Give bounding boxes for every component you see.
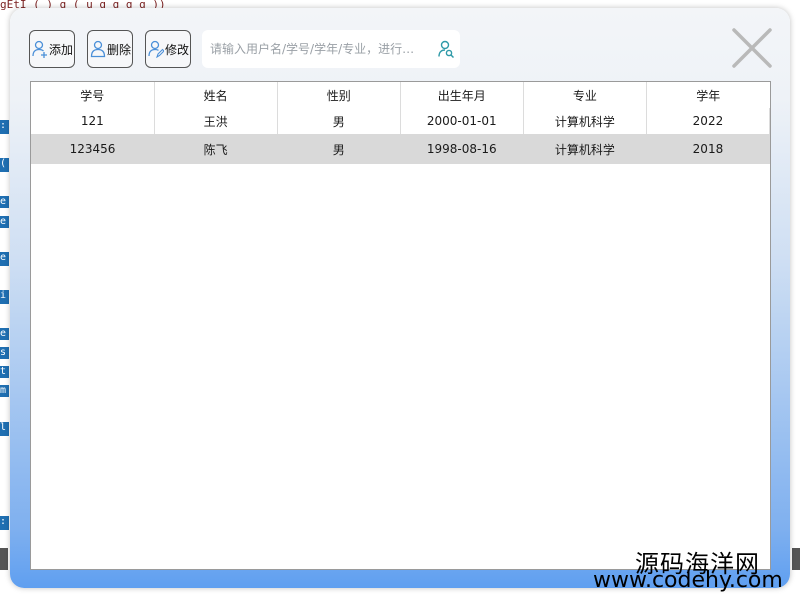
- gutter-marker: e: [0, 252, 9, 266]
- search-input[interactable]: [208, 33, 434, 65]
- background-statusbar: [792, 548, 800, 570]
- search-box: [202, 30, 460, 68]
- delete-button[interactable]: 删除: [87, 30, 133, 68]
- gutter-marker: :: [0, 120, 9, 134]
- cell-birth-date: 2000-01-01: [400, 108, 524, 134]
- gutter-marker: :: [0, 516, 9, 530]
- gutter-marker: i: [0, 290, 9, 304]
- gutter-marker: t: [0, 366, 9, 378]
- edit-user-icon: [148, 40, 164, 58]
- column-header-student-id[interactable]: 学号: [31, 82, 155, 108]
- user-search-icon[interactable]: [438, 40, 454, 58]
- add-user-icon: [32, 40, 47, 58]
- cell-gender: 男: [277, 108, 401, 134]
- watermark-url: www.codehy.com: [593, 568, 783, 593]
- edit-button[interactable]: 修改: [145, 30, 191, 68]
- cell-name: 王洪: [154, 108, 278, 134]
- cell-gender: 男: [277, 134, 401, 164]
- cell-school-year: 2022: [646, 108, 771, 134]
- cell-major: 计算机科学: [523, 134, 647, 164]
- table-row-selected[interactable]: 123456 陈飞 男 1998-08-16 计算机科学 2018: [31, 134, 770, 164]
- gutter-marker: e: [0, 196, 9, 208]
- table-header-row: 学号 姓名 性别 出生年月 专业 学年: [31, 82, 770, 108]
- cell-student-id: 123456: [31, 134, 155, 164]
- column-header-major[interactable]: 专业: [523, 82, 647, 108]
- table-row[interactable]: 121 王洪 男 2000-01-01 计算机科学 2022: [31, 108, 771, 134]
- edit-button-label: 修改: [165, 42, 190, 57]
- column-header-name[interactable]: 姓名: [154, 82, 278, 108]
- gutter-marker: e: [0, 328, 9, 340]
- gutter-marker: (: [0, 158, 9, 172]
- cell-school-year: 2018: [646, 134, 770, 164]
- close-icon[interactable]: [730, 26, 774, 70]
- cell-name: 陈飞: [154, 134, 278, 164]
- column-header-birth-date[interactable]: 出生年月: [400, 82, 524, 108]
- column-header-school-year[interactable]: 学年: [646, 82, 769, 108]
- student-management-dialog: 添加 删除 修改 学号 姓: [10, 8, 790, 588]
- gutter-marker: e: [0, 216, 9, 228]
- column-header-gender[interactable]: 性别: [277, 82, 401, 108]
- cell-birth-date: 1998-08-16: [400, 134, 524, 164]
- delete-user-icon: [90, 40, 106, 58]
- cell-major: 计算机科学: [523, 108, 647, 134]
- student-table: 学号 姓名 性别 出生年月 专业 学年 121 王洪 男 2000-01-01 …: [30, 81, 771, 570]
- add-button[interactable]: 添加: [29, 30, 75, 68]
- cell-student-id: 121: [31, 108, 155, 134]
- gutter-marker: l: [0, 422, 9, 436]
- gutter-marker: s: [0, 347, 9, 359]
- background-statusbar: [0, 548, 8, 570]
- gutter-marker: m: [0, 385, 9, 397]
- delete-button-label: 删除: [107, 42, 132, 57]
- add-button-label: 添加: [49, 42, 74, 57]
